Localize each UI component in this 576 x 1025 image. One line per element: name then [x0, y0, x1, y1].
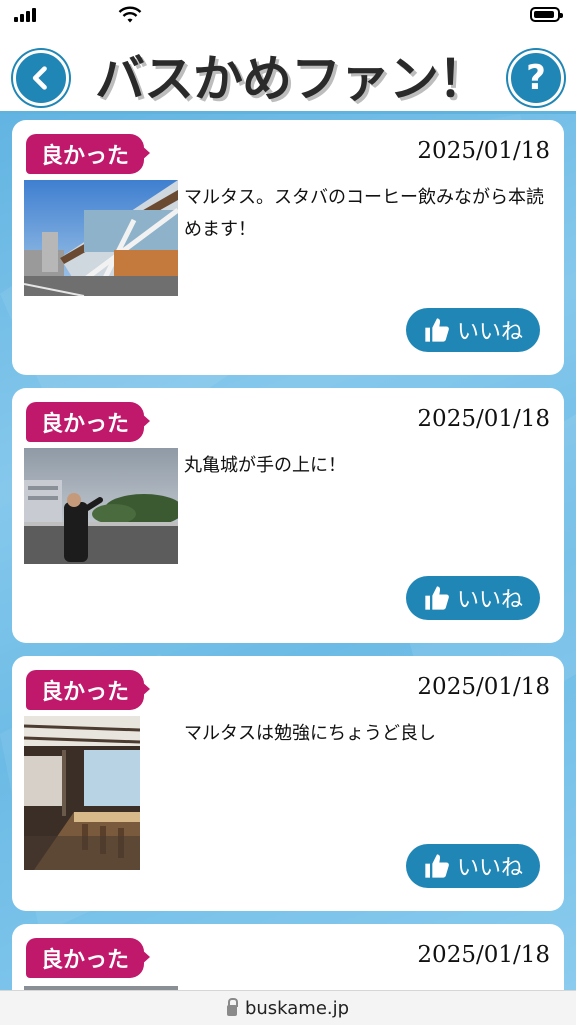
url-text: buskame.jp — [244, 997, 350, 1019]
like-button[interactable]: いいね — [406, 844, 540, 888]
like-button[interactable]: いいね — [406, 576, 540, 620]
post-date: 2025/01/18 — [417, 942, 550, 968]
thumbs-up-icon — [425, 854, 449, 878]
post-card: 良かった 2025/01/18 — [12, 924, 564, 990]
post-date: 2025/01/18 — [417, 406, 550, 432]
post-date: 2025/01/18 — [417, 138, 550, 164]
help-button[interactable]: ? — [508, 50, 564, 106]
post-photo[interactable] — [24, 716, 140, 870]
post-text: マルタス。スタバのコーヒー飲みながら本読めます！ — [184, 187, 544, 240]
app-header: バスかめファン！ ? — [0, 36, 576, 114]
like-label: いいね — [456, 588, 523, 613]
thumbs-up-icon — [425, 586, 449, 610]
status-tag: 良かった — [26, 938, 150, 978]
browser-url-bar[interactable]: buskame.jp — [0, 990, 576, 1025]
status-tag: 良かった — [26, 670, 150, 710]
post-card: 良かった 2025/01/18 丸亀城が手の上に！ いいね — [12, 388, 564, 643]
post-photo[interactable] — [24, 448, 178, 564]
app-logo-title: バスかめファン！ — [95, 50, 488, 108]
post-text: マルタスは勉強にちょうど良し — [184, 723, 436, 744]
post-text: 丸亀城が手の上に！ — [184, 455, 346, 476]
status-tag: 良かった — [26, 134, 150, 174]
post-date: 2025/01/18 — [417, 674, 550, 700]
lock-icon — [226, 997, 238, 1016]
status-tag: 良かった — [26, 402, 150, 442]
cellular-signal-icon — [14, 8, 38, 22]
post-card: 良かった 2025/01/18 マルタス。スタバのコーヒー飲みながら本読めます！ — [12, 120, 564, 375]
like-label: いいね — [456, 320, 523, 345]
chevron-left-icon — [32, 66, 47, 90]
like-button[interactable]: いいね — [406, 308, 540, 352]
question-icon: ? — [526, 58, 546, 98]
back-button[interactable] — [13, 50, 69, 106]
post-photo[interactable] — [24, 180, 178, 296]
thumbs-up-icon — [425, 318, 449, 342]
like-label: いいね — [456, 856, 523, 881]
post-card: 良かった 2025/01/18 マルタスは勉強にちょうど良し いいね — [12, 656, 564, 911]
status-bar — [0, 0, 576, 36]
battery-icon — [530, 7, 563, 22]
wifi-icon — [118, 6, 142, 23]
